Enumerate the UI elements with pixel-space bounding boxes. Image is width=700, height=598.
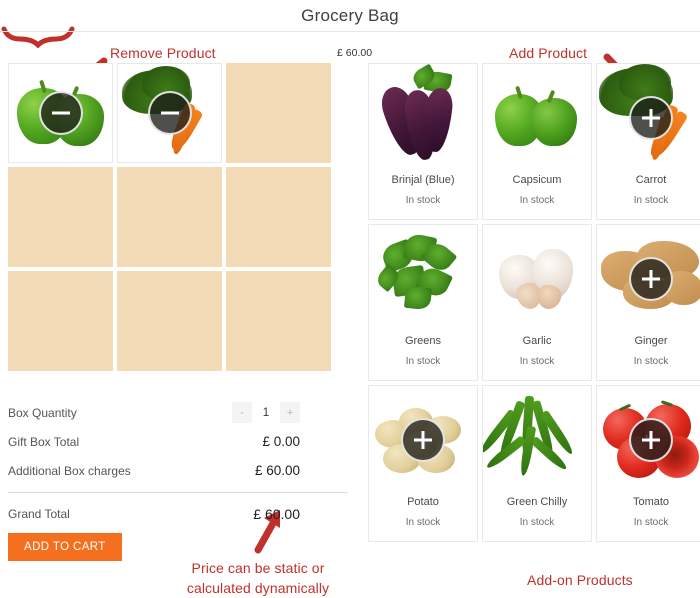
grand-total-row: Grand Total £ 60.00	[8, 501, 348, 527]
brace-addon-icon	[1, 26, 75, 49]
annotation-remove-product: Remove Product	[110, 45, 216, 61]
product-name: Greens	[404, 335, 442, 347]
additional-charges-label: Additional Box charges	[8, 463, 131, 478]
garlic-image	[483, 225, 591, 333]
product-card-garlic[interactable]: Garlic In stock	[482, 224, 592, 381]
bag-cell-carrot[interactable]	[117, 63, 222, 163]
product-stock: In stock	[633, 356, 669, 367]
product-card-greens[interactable]: Greens In stock	[368, 224, 478, 381]
add-product-button[interactable]	[629, 96, 673, 140]
grand-total-value: £ 60.00	[253, 506, 300, 522]
quantity-decrement-button[interactable]: -	[232, 402, 252, 423]
product-card-potato[interactable]: Potato In stock	[368, 385, 478, 542]
product-name: Carrot	[635, 174, 667, 186]
bag-cell-empty[interactable]	[117, 167, 222, 267]
annotation-price-note: Price can be static or calculated dynami…	[186, 560, 330, 596]
product-card-ginger[interactable]: Ginger In stock	[596, 224, 700, 381]
product-stock: In stock	[519, 356, 555, 367]
box-quantity-row: Box Quantity - 1 +	[8, 398, 348, 427]
potato-image	[369, 386, 477, 494]
totals-panel: Box Quantity - 1 + Gift Box Total £ 0.00…	[8, 398, 348, 561]
page-title: Grocery Bag	[301, 6, 399, 25]
additional-charges-row: Additional Box charges £ 60.00	[8, 456, 348, 485]
product-card-brinjal[interactable]: Brinjal (Blue) In stock	[368, 63, 478, 220]
product-name: Garlic	[522, 335, 552, 347]
product-card-carrot[interactable]: Carrot In stock	[596, 63, 700, 220]
gift-box-total-label: Gift Box Total	[8, 434, 80, 449]
carrot-image	[597, 64, 700, 172]
annotation-add-product: Add Product	[509, 45, 588, 61]
gift-box-total-value: £ 0.00	[262, 434, 300, 449]
bag-grid	[8, 63, 333, 371]
product-name: Brinjal (Blue)	[391, 174, 455, 186]
tomato-image	[597, 386, 700, 494]
annotation-addon-products: Add-on Products	[527, 572, 633, 588]
product-stock: In stock	[405, 356, 441, 367]
bag-cell-empty[interactable]	[8, 167, 113, 267]
remove-product-button[interactable]	[38, 91, 83, 135]
greens-image	[369, 225, 477, 333]
product-catalogue: Brinjal (Blue) In stock Capsicum In stoc…	[368, 63, 700, 542]
add-product-button[interactable]	[629, 257, 673, 301]
bag-cell-empty[interactable]	[8, 271, 113, 371]
remove-product-button[interactable]	[147, 91, 192, 135]
add-to-cart-button[interactable]: ADD TO CART	[8, 533, 122, 561]
bag-cell-empty[interactable]	[226, 271, 331, 371]
bag-cell-empty[interactable]	[226, 63, 331, 163]
product-stock: In stock	[519, 517, 555, 528]
product-stock: In stock	[405, 195, 441, 206]
product-name: Tomato	[632, 496, 670, 508]
add-product-button[interactable]	[629, 418, 673, 462]
capsicum-image	[483, 64, 591, 172]
product-card-capsicum[interactable]: Capsicum In stock	[482, 63, 592, 220]
quantity-increment-button[interactable]: +	[280, 402, 300, 423]
brinjal-image	[369, 64, 477, 172]
bag-price-top: £ 60.00	[337, 47, 373, 59]
product-name: Capsicum	[512, 174, 562, 186]
grocery-bag-panel	[8, 63, 333, 371]
product-card-tomato[interactable]: Tomato In stock	[596, 385, 700, 542]
product-name: Ginger	[634, 335, 668, 347]
totals-divider	[8, 492, 348, 493]
product-card-green-chilly[interactable]: Green Chilly In stock	[482, 385, 592, 542]
quantity-value[interactable]: 1	[252, 402, 280, 423]
grand-total-label: Grand Total	[8, 507, 70, 521]
product-name: Green Chilly	[506, 496, 568, 508]
bag-cell-empty[interactable]	[226, 167, 331, 267]
product-stock: In stock	[633, 195, 669, 206]
header-divider	[0, 31, 700, 32]
add-product-button[interactable]	[401, 418, 445, 462]
green-chilly-image	[483, 386, 591, 494]
box-quantity-label: Box Quantity	[8, 405, 77, 420]
product-stock: In stock	[405, 517, 441, 528]
additional-charges-value: £ 60.00	[254, 463, 300, 478]
bag-cell-empty[interactable]	[117, 271, 222, 371]
gift-box-total-row: Gift Box Total £ 0.00	[8, 427, 348, 456]
ginger-image	[597, 225, 700, 333]
quantity-stepper[interactable]: - 1 +	[232, 402, 300, 423]
product-stock: In stock	[519, 195, 555, 206]
bag-cell-capsicum[interactable]	[8, 63, 113, 163]
product-name: Potato	[407, 496, 439, 508]
product-stock: In stock	[633, 517, 669, 528]
